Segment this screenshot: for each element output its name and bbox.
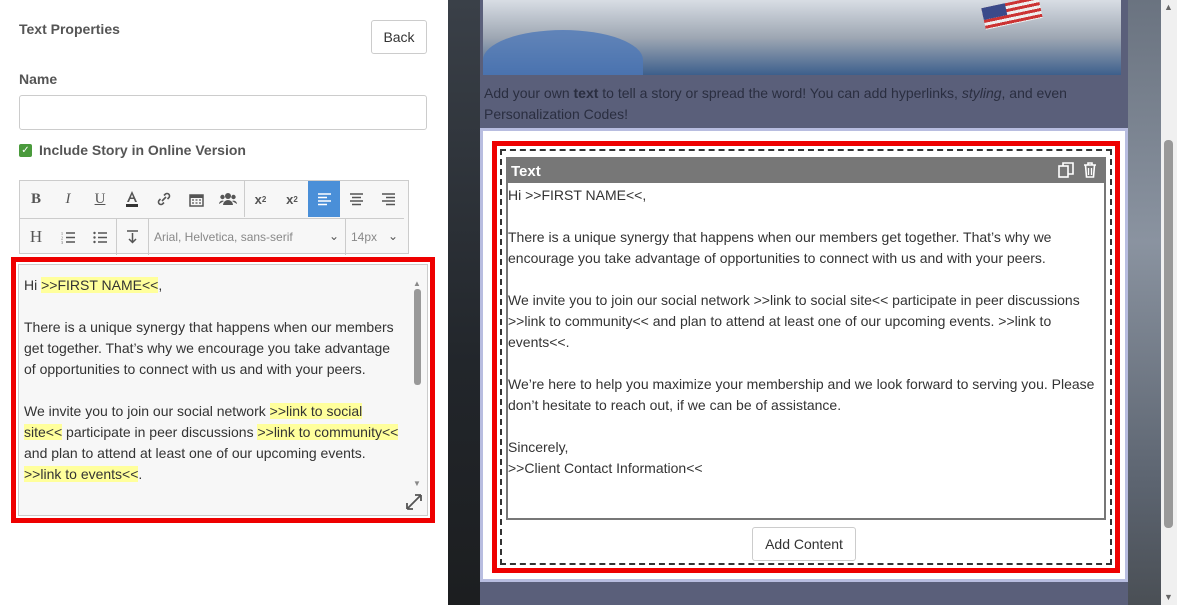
align-right-icon — [381, 192, 395, 205]
astronaut-image — [483, 0, 1121, 75]
preview-paragraph: Hi >>FIRST NAME<<, — [508, 187, 647, 203]
ordered-list-button[interactable]: 123 — [52, 219, 84, 255]
editor-text: participate in peer discussions — [62, 424, 258, 440]
editor-text: . — [138, 466, 143, 482]
text-widget[interactable]: Text Hi >>FIRST NAME<<, There is a uniqu… — [506, 157, 1106, 520]
editor-text: Hi — [24, 277, 42, 293]
editor-scrollbar[interactable]: ▲ ▼ — [413, 273, 421, 488]
link-button[interactable] — [148, 181, 180, 217]
intro-story-text: Add your own text to tell a story or spr… — [484, 83, 1114, 125]
back-button[interactable]: Back — [371, 20, 427, 54]
calendar-button[interactable] — [180, 181, 212, 217]
heading-button[interactable]: H — [20, 219, 52, 255]
ordered-list-icon: 123 — [61, 231, 75, 244]
text-properties-panel: Text Properties Back Name ✓ Include Stor… — [0, 0, 448, 605]
font-size-value: 14px — [351, 230, 378, 244]
align-center-button[interactable] — [340, 181, 372, 217]
text-widget-header: Text — [508, 159, 1104, 183]
users-button[interactable] — [212, 181, 244, 217]
align-left-icon — [317, 192, 331, 205]
scroll-up-icon[interactable]: ▲ — [1164, 2, 1173, 12]
bold-button[interactable]: B — [20, 181, 52, 217]
text-color-icon — [126, 191, 138, 207]
include-story-label: Include Story in Online Version — [39, 142, 246, 158]
intro-text: Add your own — [484, 85, 574, 101]
font-size-select[interactable]: 14px ⌄ — [346, 219, 404, 255]
preview-paragraph: Sincerely, — [508, 439, 569, 455]
earth-shape — [483, 30, 643, 75]
intro-bold: text — [573, 85, 599, 101]
calendar-icon — [188, 193, 204, 207]
name-label: Name — [19, 71, 58, 87]
font-family-value: Arial, Helvetica, sans-serif — [154, 230, 293, 244]
panel-title: Text Properties — [19, 21, 120, 37]
text-color-button[interactable] — [116, 181, 148, 217]
indent-icon — [127, 229, 138, 244]
editor-toolbar: B I U x2 x2 H 1 2 3 Arial, Helvetica, sa… — [19, 180, 409, 255]
preview-paragraph: We invite you to join our social network… — [508, 292, 1080, 350]
svg-text:3: 3 — [61, 240, 63, 244]
italic-button[interactable]: I — [52, 181, 84, 217]
unordered-list-button[interactable] — [84, 219, 116, 255]
background-image — [448, 0, 480, 605]
preview-paragraph: We’re here to help you maximize your mem… — [508, 376, 1095, 413]
editor-text: , — [158, 277, 163, 293]
content-block: Text Hi >>FIRST NAME<<, There is a uniqu… — [480, 128, 1128, 582]
include-story-checkbox[interactable]: ✓ — [19, 144, 32, 157]
editor-text: and plan to attend at least one of our u… — [24, 445, 366, 461]
selected-block-highlight: Text Hi >>FIRST NAME<<, There is a uniqu… — [492, 141, 1120, 573]
page-scrollbar[interactable]: ▲ ▼ — [1161, 0, 1177, 605]
personalization-code: >>link to events<< — [24, 466, 139, 482]
email-body: Add your own text to tell a story or spr… — [480, 0, 1128, 605]
editor-highlight-frame: Hi >>FIRST NAME<<, There is a unique syn… — [11, 257, 435, 523]
scroll-down-icon[interactable]: ▼ — [413, 473, 421, 494]
background-image — [1128, 0, 1162, 605]
personalization-code: >>link to community<< — [257, 424, 399, 440]
name-input[interactable] — [19, 95, 427, 130]
users-icon — [219, 193, 237, 205]
scroll-thumb[interactable] — [1164, 140, 1173, 528]
add-content-button[interactable]: Add Content — [752, 527, 856, 561]
email-preview-canvas: Add your own text to tell a story or spr… — [448, 0, 1177, 605]
preview-paragraph: >>Client Contact Information<< — [508, 460, 703, 476]
align-right-button[interactable] — [372, 181, 404, 217]
editor-paragraph: There is a unique synergy that happens w… — [24, 319, 394, 377]
personalization-code: >>FIRST NAME<< — [41, 277, 159, 293]
chevron-down-icon: ⌄ — [328, 229, 339, 243]
scroll-thumb[interactable] — [414, 289, 421, 385]
intro-text: to tell a story or spread the word! You … — [598, 85, 962, 101]
preview-paragraph: There is a unique synergy that happens w… — [508, 229, 1052, 266]
align-center-icon — [349, 192, 363, 205]
superscript-button[interactable]: x2 — [244, 181, 276, 217]
intro-italic: styling — [961, 85, 1002, 101]
subscript-button[interactable]: x2 — [276, 181, 308, 217]
editor-text: We invite you to join our social network — [24, 403, 270, 419]
link-icon — [157, 192, 171, 206]
chevron-down-icon: ⌄ — [387, 229, 398, 243]
align-left-button[interactable] — [308, 181, 340, 217]
underline-button[interactable]: U — [84, 181, 116, 217]
font-family-select[interactable]: Arial, Helvetica, sans-serif ⌄ — [148, 219, 346, 255]
text-widget-body: Hi >>FIRST NAME<<, There is a unique syn… — [508, 183, 1104, 479]
indent-button[interactable] — [116, 219, 148, 255]
flag-patch — [981, 0, 1043, 30]
expand-icon[interactable] — [405, 493, 423, 511]
unordered-list-icon — [92, 231, 107, 243]
copy-icon[interactable] — [1058, 162, 1074, 178]
trash-icon[interactable] — [1082, 162, 1098, 178]
rich-text-editor[interactable]: Hi >>FIRST NAME<<, There is a unique syn… — [18, 264, 428, 516]
scroll-down-icon[interactable]: ▼ — [1164, 592, 1173, 602]
text-widget-title: Text — [511, 163, 541, 180]
selected-block-outline: Text Hi >>FIRST NAME<<, There is a uniqu… — [500, 149, 1112, 565]
